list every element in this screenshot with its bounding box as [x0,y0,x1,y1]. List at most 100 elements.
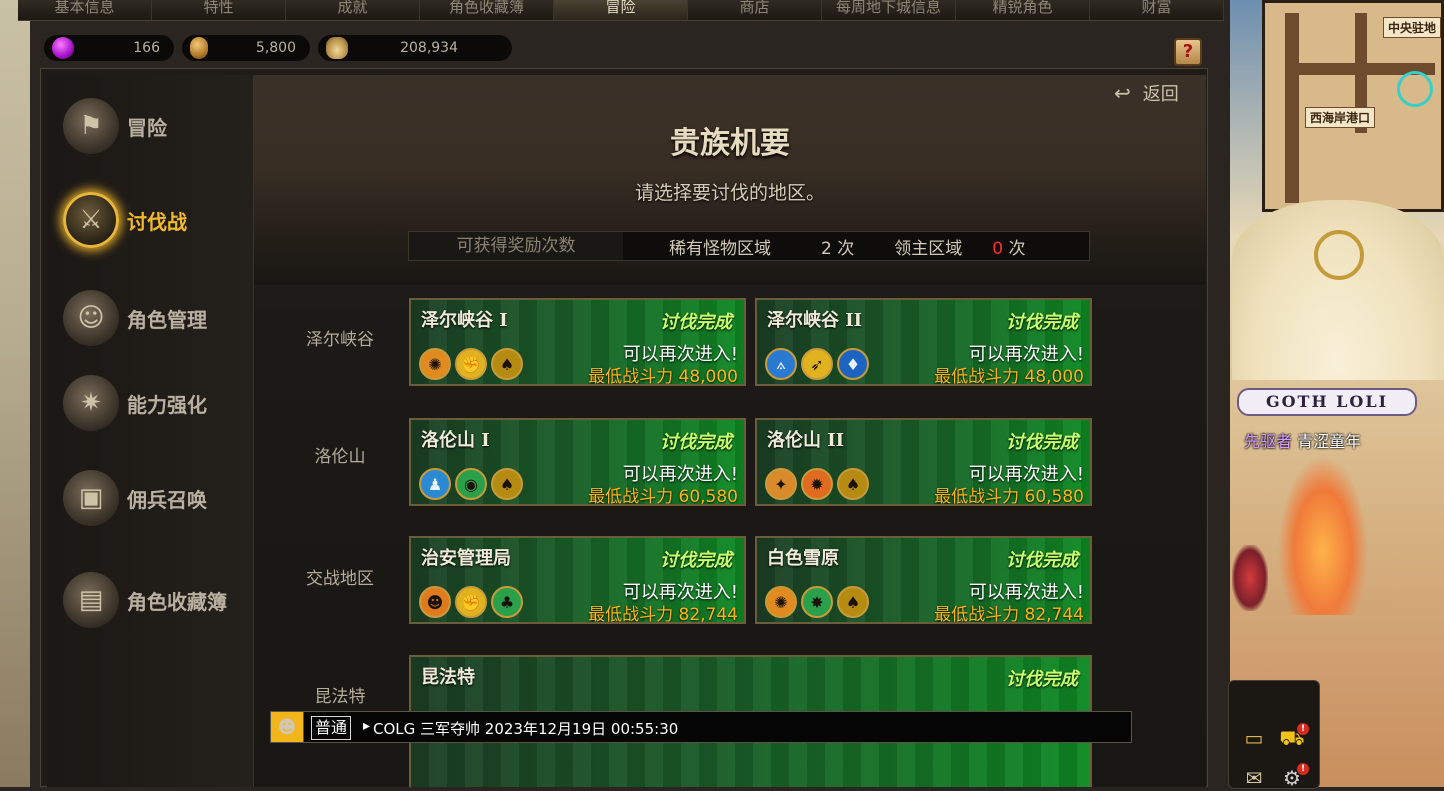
tab-weekly-dungeon[interactable]: 每周地下城信息 [822,0,956,20]
crossed-swords-icon: ⚔ [63,192,119,248]
clear-status: 讨伐完成 [660,312,732,333]
top-tab-bar: 基本信息 特性 成就 角色收藏簿 冒险 商店 每周地下城信息 精锐角色 财富 [18,0,1224,21]
dungeon-card[interactable]: 泽尔峡谷 I 讨伐完成 ✺ ✊ ♠ 可以再次进入! 最低战斗力 48,000 [409,298,746,386]
back-button[interactable]: ↩ 返回 [1114,80,1179,106]
min-power: 最低战斗力 60,580 [588,487,738,506]
sidebar-item-label: 讨伐战 [127,209,187,234]
tab-adventure[interactable]: 冒险 [554,0,688,20]
page-title: 贵族机要 [670,126,790,161]
tab-elite-characters[interactable]: 精锐角色 [956,0,1090,20]
alert-badge-icon: ! [1297,763,1309,775]
sidebar-item-label: 冒险 [127,115,167,140]
sidebar-item-label: 能力强化 [127,392,207,417]
chat-bar[interactable]: ☻ 普通 ▸ COLG 三军夺帅 2023年12月19日 00:55:30 [270,711,1132,743]
min-power: 最低战斗力 82,744 [588,605,738,624]
star-burst-icon: ✷ [63,375,119,431]
dungeon-card[interactable]: 洛伦山 I 讨伐完成 ♟ ◉ ♠ 可以再次进入! 最低战斗力 60,580 [409,418,746,506]
dungeon-name: 洛伦山 I [421,430,490,451]
min-power: 最低战斗力 82,744 [934,605,1084,624]
tent-scenery [1232,200,1444,380]
character-nameplate: 先驱者 青涩童年 [1244,428,1361,452]
alert-badge-icon: ! [1297,723,1309,735]
rare-area-label: 稀有怪物区域 [669,238,771,259]
reward-icons: ✺ ✸ ♠ [765,586,869,618]
dungeon-name: 治安管理局 [421,548,511,569]
dungeon-card[interactable]: 治安管理局 讨伐完成 ☻ ✊ ♣ 可以再次进入! 最低战斗力 82,744 [409,536,746,624]
background-left [0,0,30,787]
sidebar-item-enhancement[interactable]: ✷ 能力强化 [63,368,253,438]
region-label: 昆法特 [314,687,366,707]
minimap-road [1285,13,1299,203]
tab-collection[interactable]: 角色收藏簿 [420,0,554,20]
lord-area-label: 领主区域 [894,238,963,259]
reward-spade-icon: ♠ [837,586,869,618]
reward-blue-icon: ⟑ [765,348,797,380]
scroll-icon[interactable]: ✉ [1239,765,1269,791]
tab-wealth[interactable]: 财富 [1090,0,1224,20]
chat-message: COLG 三军夺帅 2023年12月19日 00:55:30 [373,720,679,738]
tab-shop[interactable]: 商店 [688,0,822,20]
reward-gold-icon: ➶ [801,348,833,380]
lord-count-unit: 次 [1008,238,1026,259]
sidebar-item-adventure[interactable]: ⚑ 冒险 [63,91,253,161]
clear-status: 讨伐完成 [1006,550,1078,571]
reward-count-label: 可获得奖励次数 [409,232,623,260]
dungeon-card[interactable]: 洛伦山 II 讨伐完成 ✦ ✹ ♠ 可以再次进入! 最低战斗力 60,580 [755,418,1092,506]
flag-icon: ⚑ [63,98,119,154]
emoji-button[interactable]: ☻ [271,712,304,742]
currency-value: 208,934 [400,40,458,56]
tab-basic-info[interactable]: 基本信息 [18,0,152,20]
minimap-player-marker [1397,71,1433,107]
currency-value: 5,800 [255,40,296,56]
dungeon-name: 洛伦山 II [767,430,845,451]
help-book-button[interactable]: ? [1174,38,1202,66]
reward-green-icon: ✸ [801,586,833,618]
minimap[interactable]: 中央驻地 西海岸港口 [1262,0,1444,212]
sidebar-item-character-management[interactable]: ☺ 角色管理 [63,283,253,353]
chat-channel-selector[interactable]: 普通 [311,716,352,740]
page-subtitle: 请选择要讨伐的地区。 [634,182,825,204]
reward-icons: ♟ ◉ ♠ [419,468,523,500]
minimap-label: 中央驻地 [1383,17,1442,38]
inventory-icon[interactable]: ▭ [1239,725,1269,751]
dungeon-card[interactable]: 泽尔峡谷 II 讨伐完成 ⟑ ➶ ♦ 可以再次进入! 最低战斗力 48,000 [755,298,1092,386]
sidebar-item-mercenary[interactable]: ▣ 佣兵召唤 [63,463,253,533]
wheel-emblem-icon [1314,230,1364,280]
tab-achievements[interactable]: 成就 [286,0,420,20]
reward-orange-icon: ☻ [419,586,451,618]
character-sprite[interactable] [1278,455,1368,615]
reward-orange-icon: ✦ [765,468,797,500]
dungeon-name: 白色雪原 [767,548,839,569]
chest-icon: ▣ [63,470,119,526]
book-icon: ▤ [63,572,119,628]
coin-pile-icon [326,37,348,59]
tab-traits[interactable]: 特性 [152,0,286,20]
character-title: 先驱者 [1244,432,1293,451]
back-label: 返回 [1142,84,1179,105]
min-power: 最低战斗力 48,000 [588,367,738,386]
sidebar-item-raid[interactable]: ⚔ 讨伐战 [63,185,253,255]
lord-area-count: 0 次 [992,234,1025,259]
region-label: 洛伦山 [314,447,366,467]
reward-icons: ✺ ✊ ♠ [419,348,523,380]
min-power: 最低战斗力 48,000 [934,367,1084,386]
region-label: 泽尔峡谷 [306,330,374,350]
lord-count-value: 0 [992,238,1004,259]
currency-value: 166 [133,40,160,56]
character-name: 青涩童年 [1297,432,1362,451]
reward-orange-icon: ✺ [765,586,797,618]
reward-spade-icon: ♠ [837,468,869,500]
reward-icons: ⟑ ➶ ♦ [765,348,869,380]
clear-status: 讨伐完成 [1006,312,1078,333]
reward-gold-icon: ✊ [455,348,487,380]
dungeon-card[interactable]: 白色雪原 讨伐完成 ✺ ✸ ♠ 可以再次进入! 最低战斗力 82,744 [755,536,1092,624]
sidebar-item-collection[interactable]: ▤ 角色收藏簿 [63,565,253,635]
clear-status: 讨伐完成 [1006,669,1078,690]
reward-club-icon: ♣ [491,586,523,618]
dungeon-name: 泽尔峡谷 I [421,310,508,331]
gold-coin-icon [190,37,208,59]
reward-spade-icon: ♠ [491,468,523,500]
reward-flame-icon: ✹ [801,468,833,500]
currency-coins: 208,934 [318,35,512,61]
purple-gem-icon [52,37,74,59]
